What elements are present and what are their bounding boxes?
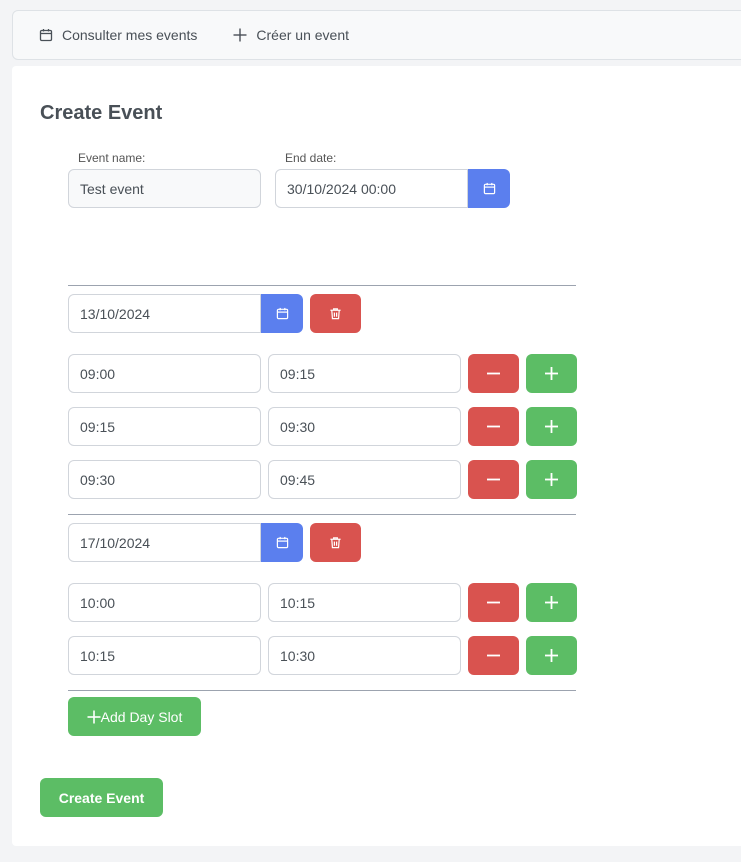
add-slot-button[interactable] (526, 407, 577, 446)
event-name-input[interactable] (68, 169, 261, 208)
end-date-input[interactable] (275, 169, 468, 208)
minus-icon (487, 601, 500, 604)
slot-start-input[interactable] (68, 583, 261, 622)
slot-start-input[interactable] (68, 354, 261, 393)
day-date-input[interactable] (68, 294, 261, 333)
remove-slot-button[interactable] (468, 583, 519, 622)
end-date-label: End date: (285, 151, 337, 165)
page-title: Create Event (40, 102, 163, 124)
add-slot-button[interactable] (526, 460, 577, 499)
day-date-calendar-button[interactable] (261, 523, 303, 562)
trash-icon (330, 537, 341, 549)
day-divider (68, 690, 576, 691)
add-day-slot-button[interactable]: Add Day Slot (68, 697, 201, 736)
end-date-calendar-button[interactable] (468, 169, 510, 208)
slot-end-input[interactable] (268, 583, 461, 622)
add-slot-button[interactable] (526, 354, 577, 393)
plus-icon (545, 649, 558, 662)
slot-end-input[interactable] (268, 636, 461, 675)
plus-icon (87, 710, 101, 723)
remove-slot-button[interactable] (468, 460, 519, 499)
nav-create-event-label: Créer un event (256, 27, 350, 43)
day-divider (68, 285, 576, 286)
slot-end-input[interactable] (268, 460, 461, 499)
calendar-icon (39, 29, 53, 42)
day-date-calendar-button[interactable] (261, 294, 303, 333)
calendar-icon (276, 536, 288, 549)
nav-create-event[interactable]: Créer un event (233, 27, 349, 43)
nav-view-events[interactable]: Consulter mes events (39, 27, 197, 43)
slot-start-input[interactable] (68, 407, 261, 446)
plus-icon (545, 473, 558, 486)
minus-icon (487, 654, 500, 657)
remove-slot-button[interactable] (468, 354, 519, 393)
delete-day-button[interactable] (310, 523, 361, 562)
slot-end-input[interactable] (268, 354, 461, 393)
create-event-card: Create Event Event name: End date: Add D… (12, 66, 741, 846)
minus-icon (487, 425, 500, 428)
slot-start-input[interactable] (68, 636, 261, 675)
delete-day-button[interactable] (310, 294, 361, 333)
create-event-button[interactable]: Create Event (40, 778, 163, 817)
remove-slot-button[interactable] (468, 407, 519, 446)
event-name-label: Event name: (78, 151, 146, 165)
add-day-slot-label: Add Day Slot (100, 708, 183, 725)
top-navbar: Consulter mes events Créer un event (12, 10, 741, 60)
slot-start-input[interactable] (68, 460, 261, 499)
minus-icon (487, 478, 500, 481)
plus-icon (545, 596, 558, 609)
remove-slot-button[interactable] (468, 636, 519, 675)
add-slot-button[interactable] (526, 583, 577, 622)
minus-icon (487, 372, 500, 375)
slot-end-input[interactable] (268, 407, 461, 446)
trash-icon (330, 308, 341, 320)
plus-icon (233, 28, 247, 42)
plus-icon (545, 367, 558, 380)
add-slot-button[interactable] (526, 636, 577, 675)
day-divider (68, 514, 576, 515)
calendar-icon (276, 307, 288, 320)
plus-icon (545, 420, 558, 433)
calendar-icon (483, 182, 495, 195)
day-date-input[interactable] (68, 523, 261, 562)
nav-view-events-label: Consulter mes events (62, 27, 198, 43)
